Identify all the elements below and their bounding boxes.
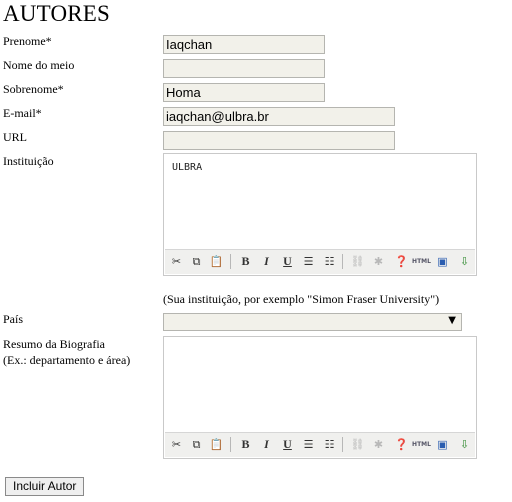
incluir-autor-button[interactable]: Incluir Autor [5, 477, 85, 496]
numbered-list-icon[interactable]: ☷ [321, 436, 338, 453]
unlink-icon[interactable]: ✱ [370, 253, 387, 270]
italic-icon[interactable]: I [258, 436, 275, 453]
paste-icon[interactable]: 📋 [208, 436, 225, 453]
biografia-editor-toolbar: ✂ ⧉ 📋 B I U ☰ ☷ ⛓ ✱ ❓ HTML ▣ ⇩ [165, 432, 475, 457]
cut-icon[interactable]: ✂ [168, 253, 185, 270]
underline-icon[interactable]: U [279, 253, 296, 270]
instituicao-hint: (Sua instituição, por exemplo "Simon Fra… [163, 292, 440, 306]
prenome-input[interactable]: Iaqchan [163, 35, 325, 54]
label-instituicao: Instituição [3, 154, 54, 168]
bullet-list-icon[interactable]: ☰ [300, 436, 317, 453]
instituicao-editor-text[interactable]: ULBRA [172, 162, 202, 173]
link-icon[interactable]: ⛓ [349, 253, 366, 270]
link-icon[interactable]: ⛓ [349, 436, 366, 453]
label-biografia: Resumo da Biografia [3, 337, 105, 351]
html-icon[interactable]: HTML [412, 253, 431, 270]
pais-select[interactable]: ▼ [163, 313, 462, 331]
toolbar-separator [230, 437, 231, 452]
label-nome-meio: Nome do meio [3, 58, 75, 72]
numbered-list-icon[interactable]: ☷ [321, 253, 338, 270]
underline-icon[interactable]: U [279, 436, 296, 453]
bold-icon[interactable]: B [237, 253, 254, 270]
label-email: E-mail* [3, 106, 42, 120]
url-input[interactable] [163, 131, 395, 150]
paste-icon[interactable]: 📋 [208, 253, 225, 270]
label-url: URL [3, 130, 27, 144]
label-pais: País [3, 312, 24, 326]
label-sobrenome: Sobrenome* [3, 82, 64, 96]
toolbar-separator [342, 254, 343, 269]
label-biografia-hint: (Ex.: departamento e área) [3, 353, 131, 367]
image-upload-icon[interactable]: ⇩ [456, 436, 473, 453]
nome-meio-input[interactable] [163, 59, 325, 78]
bold-icon[interactable]: B [237, 436, 254, 453]
bullet-list-icon[interactable]: ☰ [300, 253, 317, 270]
page-title: AUTORES [3, 1, 111, 26]
copy-icon[interactable]: ⧉ [188, 253, 205, 270]
fullscreen-icon[interactable]: ▣ [434, 436, 451, 453]
italic-icon[interactable]: I [258, 253, 275, 270]
email-input[interactable]: iaqchan@ulbra.br [163, 107, 395, 126]
sobrenome-input[interactable]: Homa [163, 83, 325, 102]
copy-icon[interactable]: ⧉ [188, 436, 205, 453]
fullscreen-icon[interactable]: ▣ [434, 253, 451, 270]
label-prenome: Prenome* [3, 34, 52, 48]
chevron-down-icon[interactable]: ▼ [448, 315, 456, 326]
image-upload-icon[interactable]: ⇩ [456, 253, 473, 270]
toolbar-separator [342, 437, 343, 452]
help-icon[interactable]: ❓ [393, 253, 410, 270]
unlink-icon[interactable]: ✱ [370, 436, 387, 453]
cut-icon[interactable]: ✂ [168, 436, 185, 453]
toolbar-separator [230, 254, 231, 269]
instituicao-editor-toolbar: ✂ ⧉ 📋 B I U ☰ ☷ ⛓ ✱ ❓ HTML ▣ ⇩ [165, 249, 475, 274]
html-icon[interactable]: HTML [412, 436, 431, 453]
instituicao-editor[interactable]: ULBRA ✂ ⧉ 📋 B I U ☰ ☷ ⛓ ✱ ❓ HTML ▣ ⇩ [163, 153, 477, 276]
biografia-editor[interactable]: ✂ ⧉ 📋 B I U ☰ ☷ ⛓ ✱ ❓ HTML ▣ ⇩ [163, 336, 477, 459]
help-icon[interactable]: ❓ [393, 436, 410, 453]
